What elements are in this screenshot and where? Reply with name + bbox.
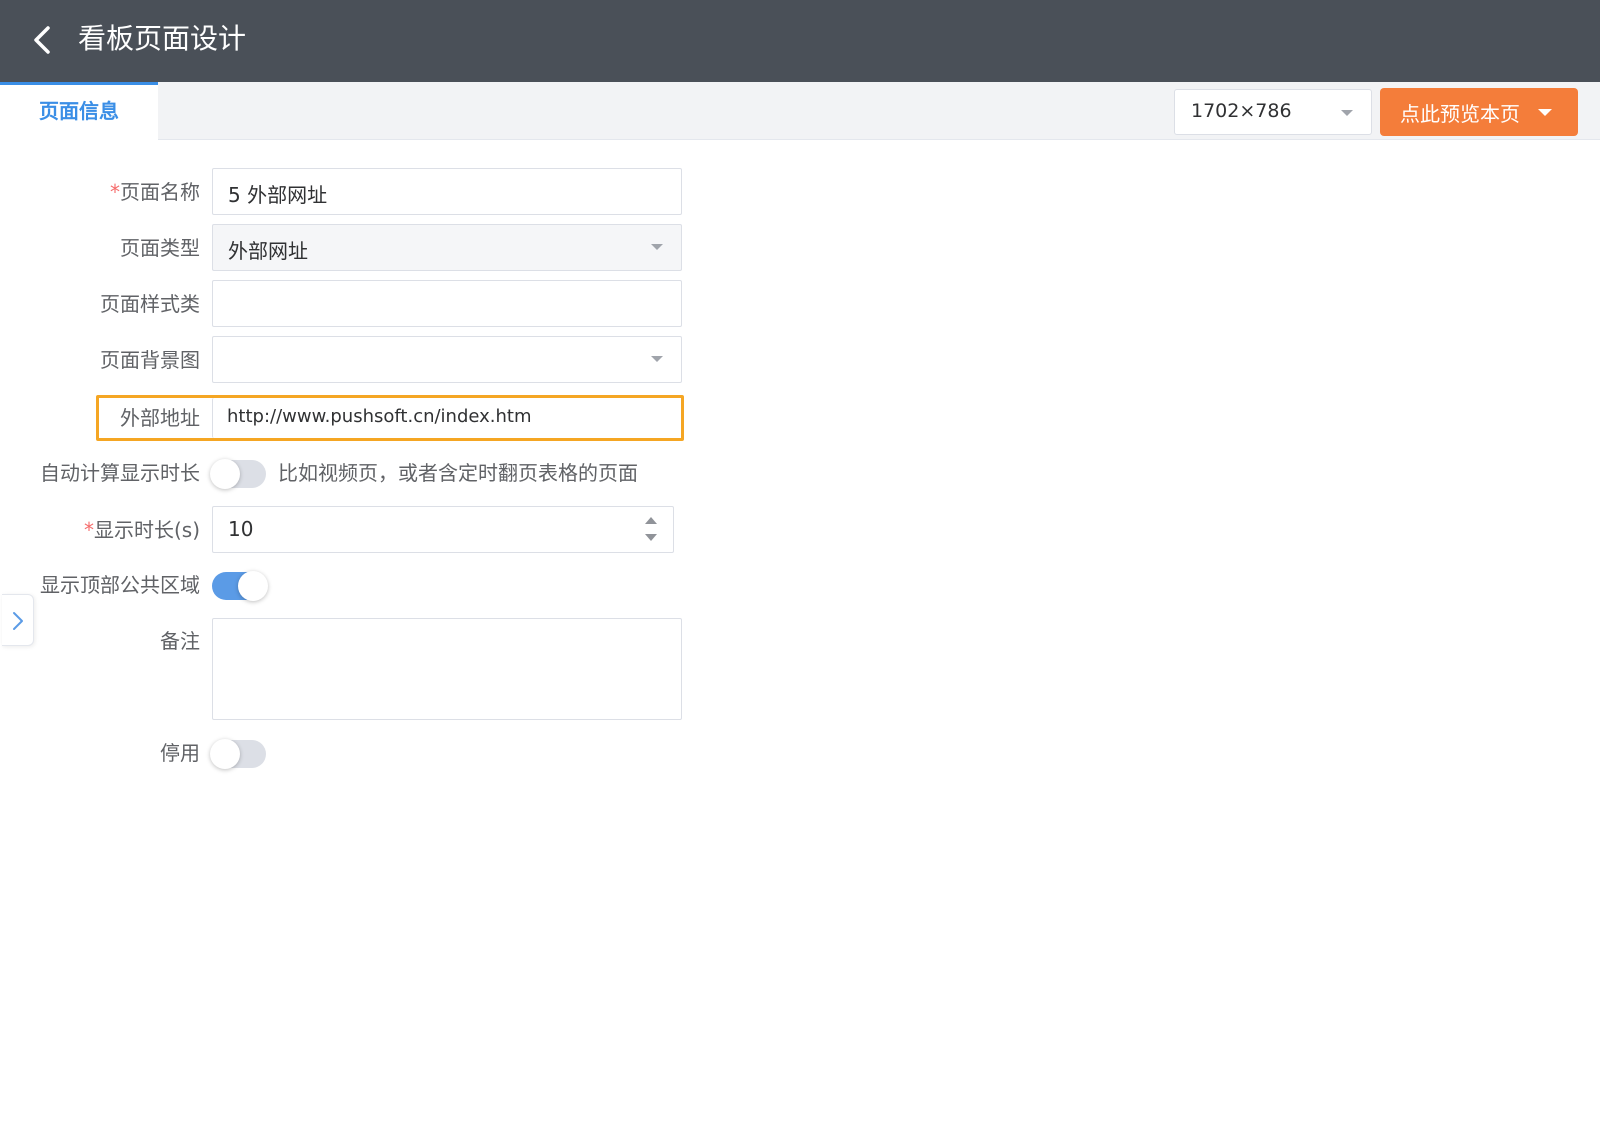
external-url-value: http://www.pushsoft.cn/index.htm [227, 406, 532, 427]
page-type-select[interactable]: 外部网址 [212, 224, 682, 271]
switch-knob [210, 459, 240, 489]
caret-down-icon [651, 244, 663, 250]
remark-textarea[interactable] [212, 618, 682, 720]
caret-down-icon [651, 356, 663, 362]
auto-duration-label: 自动计算显示时长 [40, 461, 200, 485]
page-background-label: 页面背景图 [100, 348, 200, 372]
page-name-value: 5 外部网址 [228, 183, 328, 207]
switch-knob [210, 739, 240, 769]
resolution-select-value: 1702×786 [1191, 100, 1292, 122]
page-name-input[interactable]: 5 外部网址 [212, 168, 682, 215]
page-style-class-input[interactable] [212, 280, 682, 327]
preview-page-button-label: 点此预览本页 [1400, 102, 1520, 126]
caret-up-icon [645, 517, 657, 524]
required-mark: * [83, 518, 94, 542]
tab-page-info[interactable]: 页面信息 [0, 82, 158, 141]
caret-down-icon [1538, 109, 1552, 116]
display-duration-input[interactable]: 10 [212, 506, 674, 553]
switch-knob [238, 571, 268, 601]
display-duration-label: *显示时长(s) [83, 518, 200, 542]
top-bar: 看板页面设计 [0, 0, 1600, 82]
show-top-area-label: 显示顶部公共区域 [40, 573, 200, 597]
chevron-left-icon [34, 26, 50, 54]
disabled-switch[interactable] [210, 739, 266, 769]
page-type-value: 外部网址 [228, 239, 308, 263]
caret-down-icon [645, 534, 657, 541]
decrement-button[interactable] [645, 534, 661, 541]
external-url-label: 外部地址 [120, 406, 200, 430]
preview-page-button[interactable]: 点此预览本页 [1380, 88, 1578, 136]
show-top-area-switch[interactable] [212, 571, 268, 601]
increment-button[interactable] [645, 517, 661, 524]
page-title: 看板页面设计 [78, 22, 247, 55]
display-duration-value: 10 [228, 517, 254, 541]
remark-label: 备注 [160, 629, 200, 653]
page-style-class-label: 页面样式类 [100, 292, 200, 316]
page-background-select[interactable] [212, 336, 682, 383]
external-url-input[interactable]: http://www.pushsoft.cn/index.htm [212, 398, 681, 438]
auto-duration-hint: 比如视频页，或者含定时翻页表格的页面 [278, 461, 638, 485]
page-type-label: 页面类型 [120, 236, 200, 260]
page-name-label: *页面名称 [110, 180, 200, 204]
required-mark: * [110, 180, 120, 204]
auto-duration-switch[interactable] [210, 459, 266, 489]
resolution-select[interactable]: 1702×786 [1174, 89, 1372, 135]
caret-down-icon [1341, 110, 1353, 116]
back-button[interactable] [24, 20, 64, 60]
disabled-label: 停用 [160, 741, 200, 765]
